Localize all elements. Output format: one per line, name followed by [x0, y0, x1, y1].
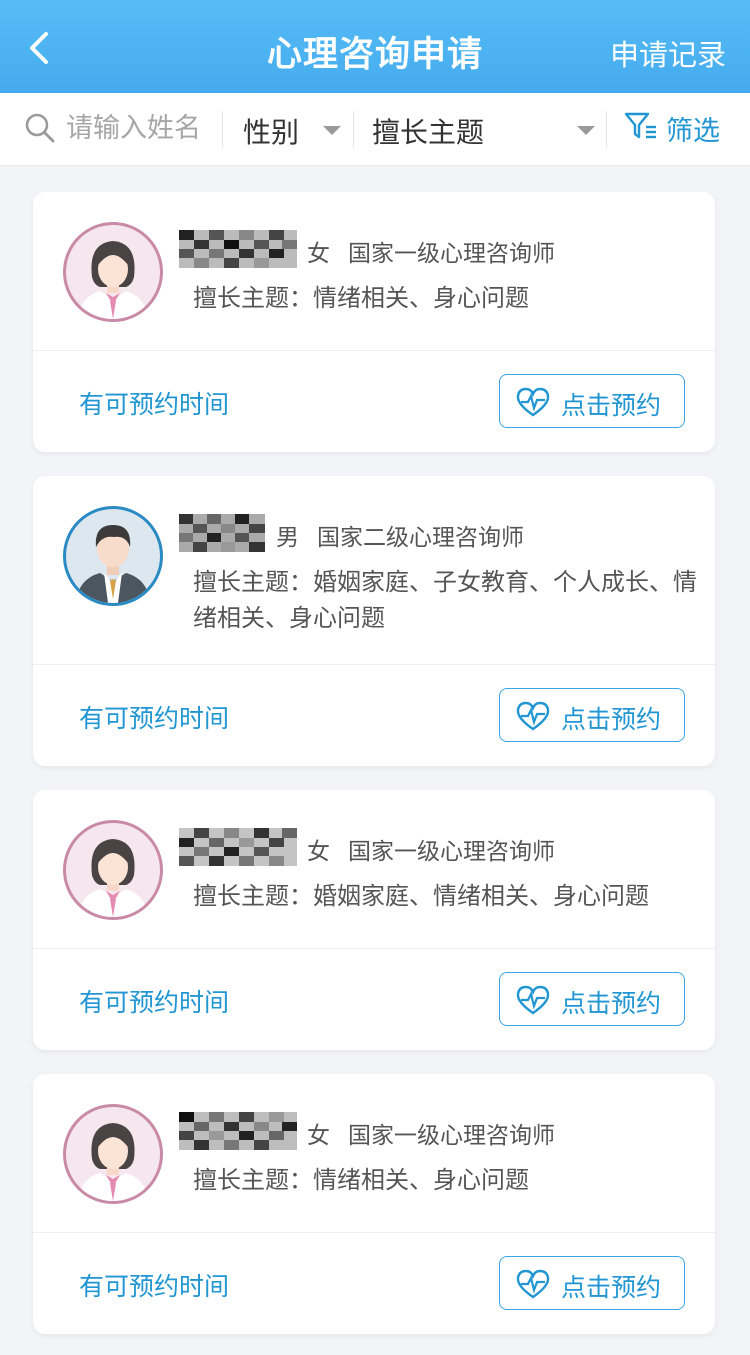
availability-status: 有可预约时间	[79, 390, 230, 419]
gender-dropdown-label: 性别	[243, 116, 300, 149]
counselor-gender: 女	[307, 1123, 330, 1149]
book-button-label: 点击预约	[561, 1273, 662, 1302]
counselor-level: 国家一级心理咨询师	[348, 1123, 555, 1149]
name-search-input[interactable]	[66, 108, 216, 148]
gender-dropdown[interactable]: 性别	[223, 93, 353, 166]
counselor-topics: 擅长主题：婚姻家庭、情绪相关、身心问题	[193, 882, 649, 910]
female-avatar	[63, 820, 163, 920]
availability-status: 有可预约时间	[79, 988, 230, 1017]
heart-pulse-icon	[516, 1269, 550, 1299]
counselor-card: 女国家一级心理咨询师 擅长主题：情绪相关、身心问题 有可预约时间 点击预约	[33, 1074, 715, 1334]
counselor-info: 女国家一级心理咨询师	[307, 832, 555, 866]
book-button-label: 点击预约	[561, 391, 662, 420]
counselor-level: 国家二级心理咨询师	[317, 525, 524, 551]
book-button[interactable]: 点击预约	[499, 1256, 685, 1310]
female-avatar	[63, 1104, 163, 1204]
name-redacted-mosaic	[179, 1112, 297, 1150]
counselor-topics: 擅长主题：情绪相关、身心问题	[193, 284, 529, 312]
counselor-card: 女国家一级心理咨询师 擅长主题：婚姻家庭、情绪相关、身心问题 有可预约时间 点击…	[33, 790, 715, 1050]
card-divider	[33, 350, 715, 351]
counselor-gender: 女	[307, 241, 330, 267]
caret-down-icon	[577, 126, 595, 135]
card-divider	[33, 1232, 715, 1233]
topic-dropdown-label: 擅长主题	[372, 116, 485, 149]
counselor-topics: 擅长主题：婚姻家庭、子女教育、个人成长、情绪相关、身心问题	[193, 568, 697, 632]
availability-status: 有可预约时间	[79, 704, 230, 733]
book-button[interactable]: 点击预约	[499, 972, 685, 1026]
counselor-gender: 男	[276, 525, 299, 551]
book-button[interactable]: 点击预约	[499, 688, 685, 742]
counselor-topics: 擅长主题：情绪相关、身心问题	[193, 1166, 529, 1194]
counselor-gender: 女	[307, 839, 330, 865]
book-button-label: 点击预约	[561, 989, 662, 1018]
filter-button-label: 筛选	[666, 116, 720, 147]
name-redacted-mosaic	[179, 514, 265, 552]
availability-status: 有可预约时间	[79, 1272, 230, 1301]
topic-dropdown[interactable]: 擅长主题	[354, 93, 606, 166]
heart-pulse-icon	[516, 387, 550, 417]
counselor-info: 女国家一级心理咨询师	[307, 1116, 555, 1150]
counselor-level: 国家一级心理咨询师	[348, 241, 555, 267]
counselor-info: 女国家一级心理咨询师	[307, 234, 555, 268]
card-divider	[33, 948, 715, 949]
filter-bar: 性别 擅长主题 筛选	[0, 93, 750, 166]
book-button-label: 点击预约	[561, 705, 662, 734]
counselor-card: 男国家二级心理咨询师 擅长主题：婚姻家庭、子女教育、个人成长、情绪相关、身心问题…	[33, 476, 715, 766]
heart-pulse-icon	[516, 985, 550, 1015]
female-avatar	[63, 222, 163, 322]
card-divider	[33, 664, 715, 665]
divider	[606, 111, 607, 147]
top-nav-bar: 心理咨询申请 申请记录	[0, 0, 750, 93]
counselor-level: 国家一级心理咨询师	[348, 839, 555, 865]
search-icon	[25, 113, 55, 143]
counselor-info: 男国家二级心理咨询师	[276, 518, 524, 552]
heart-pulse-icon	[516, 701, 550, 731]
book-button[interactable]: 点击预约	[499, 374, 685, 428]
name-redacted-mosaic	[179, 828, 297, 866]
counselor-card: 女国家一级心理咨询师 擅长主题：情绪相关、身心问题 有可预约时间 点击预约	[33, 192, 715, 452]
male-avatar	[63, 506, 163, 606]
filter-funnel-icon	[624, 112, 656, 139]
name-redacted-mosaic	[179, 230, 297, 268]
application-record-link[interactable]: 申请记录	[610, 32, 726, 74]
caret-down-icon	[323, 126, 341, 135]
